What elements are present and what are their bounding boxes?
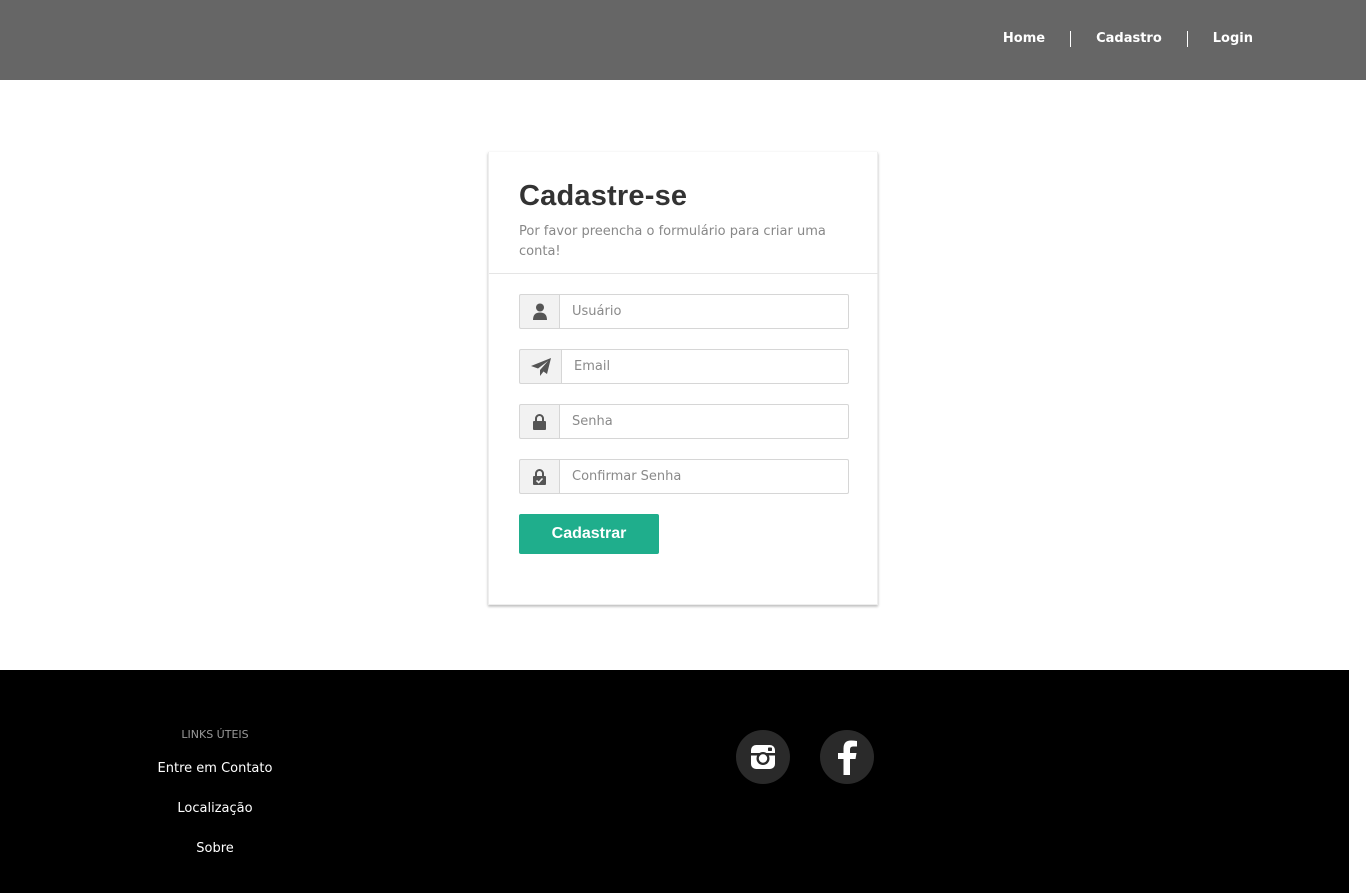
form-title: Cadastre-se [519,180,688,212]
about-link[interactable]: Sobre [115,840,315,858]
links-heading: LINKS ÚTEIS [181,728,249,741]
top-navbar: Home Cadastro Login [0,0,1366,80]
nav-login-link[interactable]: Login [1188,28,1253,50]
main-nav: Home Cadastro Login [978,28,1253,50]
location-link[interactable]: Localização [115,800,315,818]
facebook-icon[interactable] [820,730,874,784]
lock-icon [519,404,559,439]
password-input[interactable] [559,404,849,439]
username-input[interactable] [559,294,849,329]
confirm-password-input[interactable] [559,459,849,494]
card-divider [489,273,879,274]
email-input[interactable] [561,349,849,384]
register-button[interactable]: Cadastrar [519,514,659,554]
contact-link[interactable]: Entre em Contato [115,760,315,778]
form-subtitle: Por favor preencha o formulário para cri… [519,224,826,259]
lock-check-icon [519,459,559,494]
confirm-password-field-group [519,459,849,494]
username-field-group [519,294,849,329]
paper-plane-icon [519,349,561,384]
instagram-icon[interactable] [736,730,790,784]
footer: LINKS ÚTEIS Entre em Contato Localização… [0,670,1349,893]
password-field-group [519,404,849,439]
nav-cadastro-link[interactable]: Cadastro [1071,28,1187,50]
user-icon [519,294,559,329]
email-field-group [519,349,849,384]
nav-home-link[interactable]: Home [978,28,1070,50]
signup-card: Cadastre-se Por favor preencha o formulá… [488,152,879,605]
useful-links: LINKS ÚTEIS Entre em Contato Localização… [115,728,315,880]
